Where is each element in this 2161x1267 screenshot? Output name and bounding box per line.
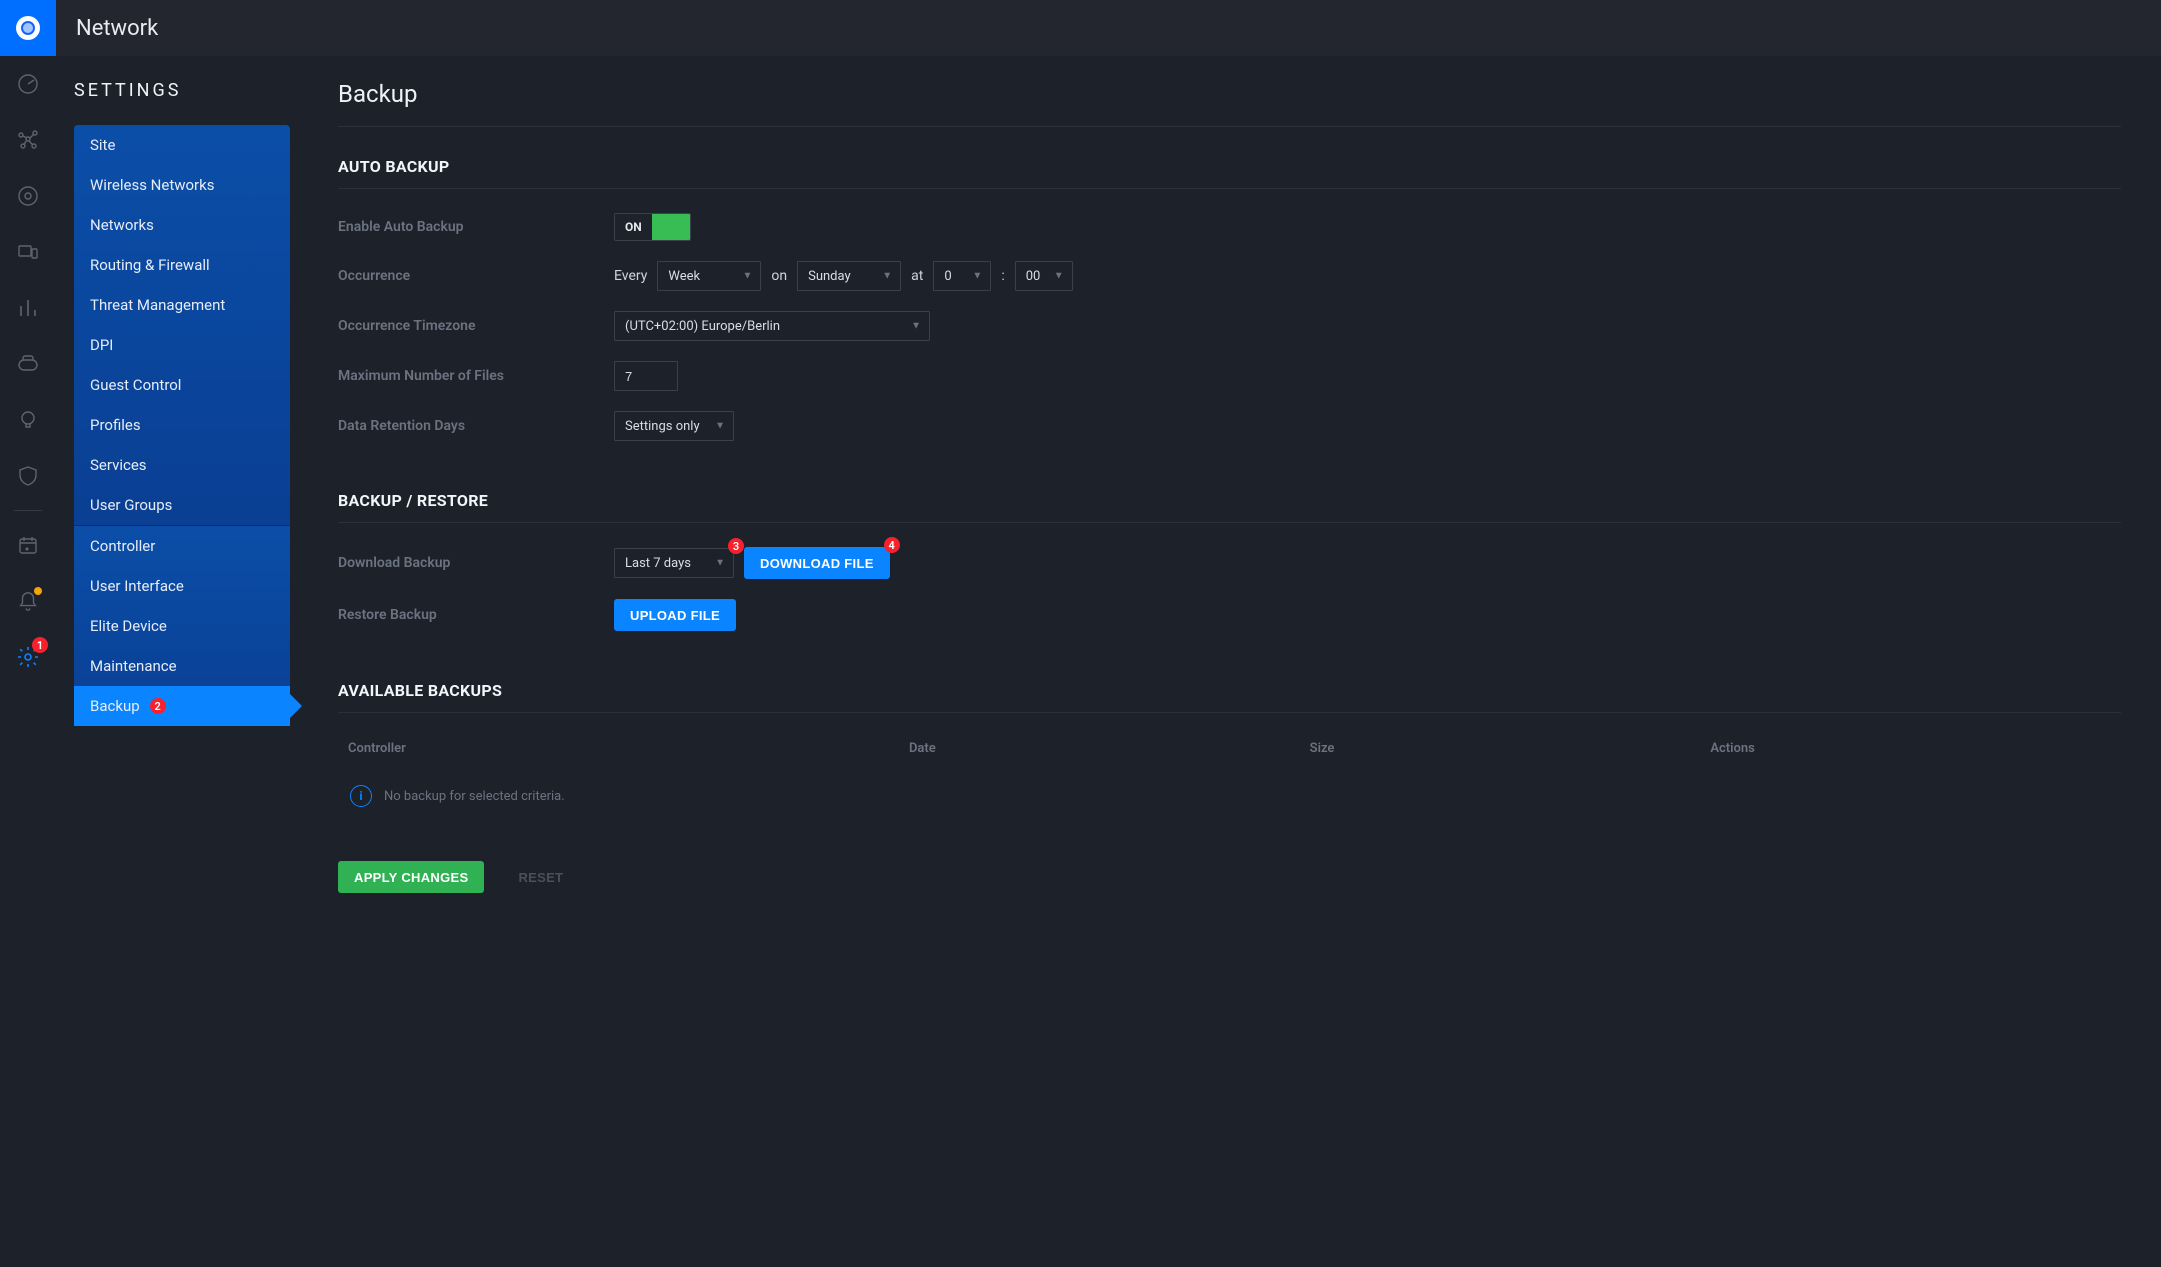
icon-rail: 1 [0,0,56,1267]
download-file-button[interactable]: DOWNLOAD FILE [744,547,890,579]
content-area: Backup AUTO BACKUP Enable Auto Backup ON [308,56,2161,1267]
nav-item-networks[interactable]: Networks [74,205,290,245]
rail-events-icon[interactable] [0,517,56,573]
settings-heading: SETTINGS [74,80,290,101]
label-occurrence-timezone: Occurrence Timezone [338,318,614,334]
rail-users-icon[interactable] [0,336,56,392]
topbar: Network [56,0,2161,56]
rail-dashboard-icon[interactable] [0,56,56,112]
nav-item-dpi[interactable]: DPI [74,325,290,365]
text-every: Every [614,268,647,284]
label-download-backup: Download Backup [338,555,614,571]
nav-item-controller[interactable]: Controller [74,526,290,566]
select-hour[interactable]: 0 ▼ [933,261,991,291]
nav-item-maintenance[interactable]: Maintenance [74,646,290,686]
select-minute[interactable]: 00 ▼ [1015,261,1073,291]
select-retention[interactable]: Settings only ▼ [614,411,734,441]
section-title-available-backups: AVAILABLE BACKUPS [338,681,2121,713]
chevron-down-icon: ▼ [715,421,725,432]
nav-item-routing-firewall[interactable]: Routing & Firewall [74,245,290,285]
annotation-badge-3: 3 [728,538,744,554]
nav-item-user-interface[interactable]: User Interface [74,566,290,606]
nav-item-backup-badge: 2 [150,698,166,714]
reset-button[interactable]: RESET [502,861,579,893]
table-header: Controller Date Size Actions [338,727,2121,771]
settings-nav: SETTINGS Site Wireless Networks Networks… [56,56,308,1267]
nav-item-user-groups[interactable]: User Groups [74,485,290,525]
chevron-down-icon: ▼ [972,271,982,282]
nav-item-profiles[interactable]: Profiles [74,405,290,445]
nav-item-elite-device[interactable]: Elite Device [74,606,290,646]
select-download-range[interactable]: Last 7 days ▼ [614,548,734,578]
info-icon: i [350,785,372,807]
settings-nav-group-1: Site Wireless Networks Networks Routing … [74,125,290,525]
select-period[interactable]: Week ▼ [657,261,761,291]
table-empty-row: i No backup for selected criteria. [338,771,2121,821]
chevron-down-icon: ▼ [911,321,921,332]
text-colon: : [1001,268,1004,284]
toggle-state-label: ON [615,214,652,240]
nav-item-threat-management[interactable]: Threat Management [74,285,290,325]
col-controller: Controller [348,741,909,756]
section-auto-backup: AUTO BACKUP Enable Auto Backup ON Occurr… [338,157,2121,451]
toggle-knob [652,214,690,240]
rail-topology-icon[interactable] [0,112,56,168]
page-title: Backup [338,80,2121,127]
label-occurrence: Occurrence [338,268,614,284]
toggle-enable-auto-backup[interactable]: ON [614,213,691,241]
rail-divider [14,510,42,511]
brand-logo [0,0,56,56]
section-backup-restore: BACKUP / RESTORE Download Backup Last 7 … [338,491,2121,641]
upload-file-button[interactable]: UPLOAD FILE [614,599,736,631]
input-max-files-field[interactable] [625,369,665,384]
annotation-badge-4: 4 [884,537,900,553]
rail-statistics-icon[interactable] [0,280,56,336]
rail-radio-icon[interactable] [0,168,56,224]
chevron-down-icon: ▼ [715,558,725,569]
chevron-down-icon: ▼ [882,271,892,282]
rail-devices-icon[interactable] [0,224,56,280]
label-max-files: Maximum Number of Files [338,368,614,384]
nav-item-backup[interactable]: Backup 2 [74,686,290,726]
topbar-title: Network [76,16,158,41]
col-size: Size [1310,741,1711,756]
col-date: Date [909,741,1310,756]
input-max-files[interactable] [614,361,678,391]
text-at: at [911,268,923,284]
label-restore-backup: Restore Backup [338,607,614,623]
chevron-down-icon: ▼ [1054,271,1064,282]
apply-changes-button[interactable]: APPLY CHANGES [338,861,484,893]
section-title-backup-restore: BACKUP / RESTORE [338,491,2121,523]
col-actions: Actions [1710,741,2111,756]
rail-settings-badge: 1 [32,637,48,653]
text-on: on [771,268,787,284]
empty-message: No backup for selected criteria. [384,789,565,804]
section-title-auto-backup: AUTO BACKUP [338,157,2121,189]
page-actions: APPLY CHANGES RESET [338,861,2121,893]
rail-security-icon[interactable] [0,448,56,504]
label-enable-auto-backup: Enable Auto Backup [338,219,614,235]
nav-item-services[interactable]: Services [74,445,290,485]
nav-item-guest-control[interactable]: Guest Control [74,365,290,405]
rail-settings-icon[interactable]: 1 [0,629,56,685]
select-timezone[interactable]: (UTC+02:00) Europe/Berlin ▼ [614,311,930,341]
rail-insights-icon[interactable] [0,392,56,448]
section-available-backups: AVAILABLE BACKUPS Controller Date Size A… [338,681,2121,821]
select-day[interactable]: Sunday ▼ [797,261,901,291]
nav-item-wireless-networks[interactable]: Wireless Networks [74,165,290,205]
rail-alerts-icon[interactable] [0,573,56,629]
nav-item-site[interactable]: Site [74,125,290,165]
chevron-down-icon: ▼ [742,271,752,282]
label-retention: Data Retention Days [338,418,614,434]
settings-nav-group-2: Controller User Interface Elite Device M… [74,525,290,726]
alert-indicator-dot [34,587,42,595]
